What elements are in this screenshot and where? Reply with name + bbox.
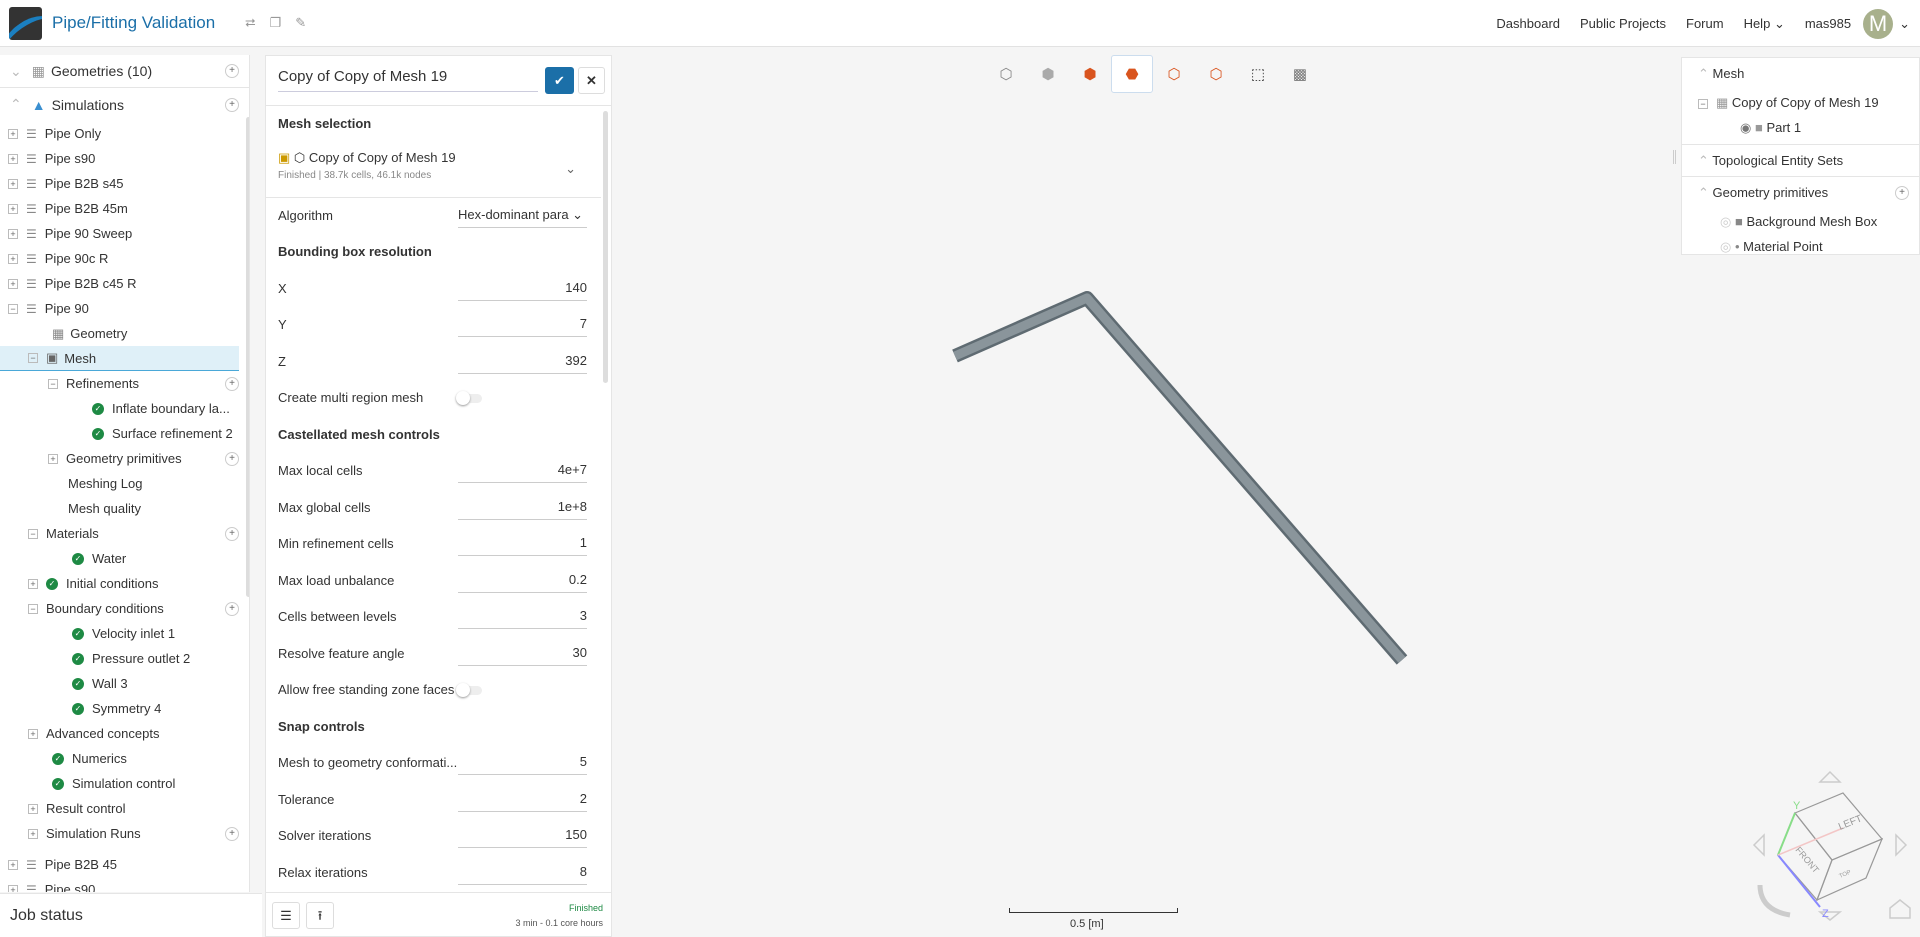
- geometry-primitives-header[interactable]: Geometry primitives: [1713, 185, 1829, 200]
- chevron-up-icon[interactable]: ⌃: [1698, 153, 1709, 168]
- rotate-right-icon[interactable]: [1895, 833, 1908, 857]
- part-cube-icon: ■: [1754, 120, 1763, 135]
- collapse-icon[interactable]: −: [1698, 99, 1708, 109]
- add-primitive-button[interactable]: +: [1895, 186, 1909, 200]
- rotate-left-icon[interactable]: [1752, 833, 1765, 857]
- home-icon[interactable]: [1889, 899, 1911, 919]
- axis-y-label: Y: [1793, 800, 1801, 812]
- rotate-up-icon[interactable]: [1818, 770, 1842, 783]
- eye-hidden-icon[interactable]: ◎: [1720, 214, 1731, 229]
- scene-label: Material Point: [1743, 239, 1823, 254]
- cube-front-label: FRONT: [1793, 845, 1821, 876]
- mesh-icon: ▦: [1716, 95, 1729, 110]
- cube-left-label: LEFT: [1837, 813, 1864, 832]
- point-icon: •: [1734, 239, 1740, 254]
- scene-part-item[interactable]: ◉ ■ Part 1: [1682, 115, 1919, 145]
- roll-icon[interactable]: [1757, 884, 1791, 918]
- scene-label: Copy of Copy of Mesh 19: [1731, 95, 1879, 110]
- scene-label: Part 1: [1766, 120, 1802, 135]
- chevron-up-icon[interactable]: ⌃: [1698, 66, 1709, 81]
- axis-z-label: Z: [1822, 908, 1829, 920]
- scale-label: 0.5 [m]: [1070, 918, 1104, 930]
- eye-hidden-icon[interactable]: ◎: [1720, 239, 1731, 254]
- view-cube[interactable]: LEFT FRONT TOP Y Z: [1740, 760, 1920, 937]
- scene-mesh-header[interactable]: Mesh: [1713, 66, 1745, 81]
- scene-mesh-item[interactable]: − ▦ Copy of Copy of Mesh 19: [1682, 90, 1919, 115]
- topological-sets-header[interactable]: Topological Entity Sets: [1712, 153, 1843, 168]
- scene-tree-panel: ⌃ Mesh − ▦ Copy of Copy of Mesh 19 ◉ ■ Pa…: [1681, 57, 1920, 255]
- scale-bar: [1009, 908, 1178, 913]
- pipe-model[interactable]: [0, 0, 1920, 937]
- chevron-up-icon[interactable]: ⌃: [1698, 185, 1709, 200]
- cube-top-label: TOP: [1839, 870, 1853, 880]
- scene-label: Background Mesh Box: [1746, 214, 1878, 229]
- eye-icon[interactable]: ◉: [1740, 120, 1751, 135]
- scene-material-point[interactable]: ◎ • Material Point: [1682, 234, 1919, 259]
- box-icon: ■: [1734, 214, 1743, 229]
- scene-bg-box[interactable]: ◎ ■ Background Mesh Box: [1682, 209, 1919, 234]
- panel-resize-handle[interactable]: [1673, 150, 1676, 164]
